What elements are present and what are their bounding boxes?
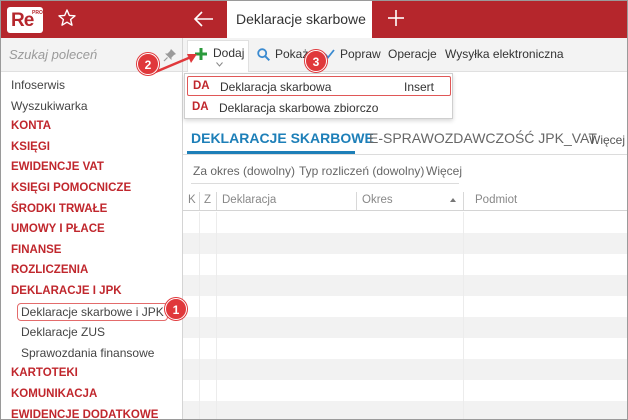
sidebar-item-label: Sprawozdania finansowe <box>21 345 155 360</box>
chevron-down-icon <box>216 62 223 67</box>
sidebar-item-wyszukiwarka[interactable]: Wyszukiwarka <box>1 96 182 117</box>
column-separator <box>356 192 357 210</box>
menu-item-label: Deklaracja skarbowa zbiorczo <box>219 101 379 115</box>
sidebar-item-label: EWIDENCJE VAT <box>11 161 104 174</box>
column-header-deklaracja[interactable]: Deklaracja <box>222 194 276 206</box>
tab-e-sprawozdawczosc[interactable]: E-SPRAWOZDAWCZOŚĆ JPK_VAT <box>369 130 597 146</box>
sidebar-nav: Infoserwis Wyszukiwarka KONTA KSIĘGI EWIDENC… <box>1 75 182 420</box>
sidebar-item-label: FINANSE <box>11 243 62 256</box>
sidebar-item-sprawozdania-finansowe[interactable]: Sprawozdania finansowe <box>1 343 182 364</box>
column-header-podmiot[interactable]: Podmiot <box>475 194 517 206</box>
tabs-more-button[interactable]: Więcej <box>589 133 625 147</box>
column-gridline <box>216 212 217 419</box>
sidebar-item-finanse[interactable]: FINANSE <box>1 240 182 261</box>
filter-type[interactable]: Typ rozliczeń (dowolny) <box>299 164 424 178</box>
table-row[interactable] <box>183 317 627 338</box>
column-header-okres[interactable]: Okres <box>362 194 393 206</box>
add-dropdown-menu: DA Deklaracja skarbowa Insert DA Deklara… <box>184 73 453 119</box>
tab-deklaracje-skarbowe[interactable]: Deklaracje skarbowe <box>227 1 372 39</box>
star-icon[interactable] <box>57 8 77 28</box>
sidebar-item-label: ROZLICZENIA <box>11 264 89 277</box>
menu-item-deklaracja-zbiorczo[interactable]: DA Deklaracja skarbowa zbiorczo <box>187 98 451 118</box>
logo-sub: PRO <box>32 10 43 16</box>
content-tabs: DEKLARACJE SKARBOWE E-SPRAWOZDAWCZOŚĆ JP… <box>183 126 627 156</box>
tab-label: Deklaracje skarbowe <box>236 11 366 27</box>
column-separator <box>199 192 200 210</box>
sidebar-item-label: UMOWY I PŁACE <box>11 223 105 236</box>
sidebar-item-deklaracje-zus[interactable]: Deklaracje ZUS <box>1 322 182 343</box>
table-row[interactable] <box>183 275 627 296</box>
sidebar-item-środki-trwałe[interactable]: ŚRODKI TRWAŁE <box>1 199 182 220</box>
top-bar: Re PRO Deklaracje skarbowe <box>1 1 627 39</box>
new-tab-plus-icon[interactable] <box>387 9 405 27</box>
sidebar-item-deklaracje-skarbowe-i-jpk[interactable]: Deklaracje skarbowe i JPK <box>1 302 182 323</box>
sidebar-item-rozliczenia[interactable]: ROZLICZENIA <box>1 260 182 281</box>
table-header: K Z Deklaracja Okres Podmiot <box>183 190 627 211</box>
sidebar-item-księgi-pomocnicze[interactable]: KSIĘGI POMOCNICZE <box>1 178 182 199</box>
menu-item-shortcut: Insert <box>404 80 435 94</box>
sidebar-item-label: KSIĘGI POMOCNICZE <box>11 181 132 194</box>
menu-item-code: DA <box>193 80 210 92</box>
column-header-z[interactable]: Z <box>204 194 211 206</box>
sidebar-item-label: KOMUNIKACJA <box>11 387 98 400</box>
menu-item-code: DA <box>192 101 209 113</box>
search-icon <box>257 48 270 61</box>
logo-text: Re <box>11 10 34 31</box>
sidebar-item-label: KARTOTEKI <box>11 367 78 380</box>
table-row[interactable] <box>183 401 627 419</box>
sidebar-item-label: Deklaracje skarbowe i JPK <box>17 302 168 321</box>
app-logo[interactable]: Re PRO <box>7 7 43 33</box>
filter-more[interactable]: Więcej <box>426 164 462 178</box>
sidebar-item-label: Wyszukiwarka <box>11 98 88 113</box>
tab-deklaracje-skarbowe-list[interactable]: DEKLARACJE SKARBOWE <box>191 130 374 146</box>
back-arrow-icon[interactable] <box>193 9 215 29</box>
sidebar-item-księgi[interactable]: KSIĘGI <box>1 137 182 158</box>
command-search-input[interactable] <box>9 47 149 62</box>
app-window: Re PRO Deklaracje skarbowe Infoserwis Wys… <box>0 0 628 420</box>
sidebar-item-ewidencje-dodatkowe[interactable]: EWIDENCJE DODATKOWE <box>1 405 182 420</box>
sidebar-item-label: ŚRODKI TRWAŁE <box>11 202 108 215</box>
sidebar-item-komunikacja[interactable]: KOMUNIKACJA <box>1 384 182 405</box>
filter-divider <box>191 183 459 184</box>
filter-period[interactable]: Za okres (dowolny) <box>193 164 295 178</box>
column-separator <box>216 192 217 210</box>
column-separator <box>463 192 464 210</box>
sidebar-item-label: DEKLARACJE I JPK <box>11 284 122 297</box>
column-header-k[interactable]: K <box>188 194 196 206</box>
declarations-table: K Z Deklaracja Okres Podmiot <box>183 190 627 419</box>
sidebar-item-konta[interactable]: KONTA <box>1 116 182 137</box>
column-gridline <box>463 212 464 419</box>
sidebar-item-label: EWIDENCJE DODATKOWE <box>11 408 159 420</box>
sidebar-item-label: Deklaracje ZUS <box>21 325 106 340</box>
e-send-button[interactable]: Wysyłka elektroniczna <box>445 47 564 61</box>
column-gridline <box>199 212 200 419</box>
sidebar-item-label: Infoserwis <box>11 78 66 92</box>
sidebar-item-umowy-i-płace[interactable]: UMOWY I PŁACE <box>1 219 182 240</box>
table-row[interactable] <box>183 233 627 254</box>
filter-bar: Za okres (dowolny) Typ rozliczeń (dowoln… <box>183 158 627 184</box>
callout-badge-3: 3 <box>305 50 327 72</box>
sort-ascending-icon[interactable] <box>450 198 456 202</box>
sidebar-item-kartoteki[interactable]: KARTOTEKI <box>1 363 182 384</box>
menu-item-label: Deklaracja skarbowa <box>220 80 332 94</box>
table-row[interactable] <box>183 359 627 380</box>
add-button-label: Dodaj <box>213 46 245 60</box>
sidebar-item-label: KSIĘGI <box>11 140 50 153</box>
sidebar-item-infoserwis[interactable]: Infoserwis <box>1 75 182 96</box>
toolbar: Dodaj Pokaż Popraw Operacje Wysyłka elek… <box>183 38 627 72</box>
sidebar-item-deklaracje-i-jpk[interactable]: DEKLARACJE I JPK <box>1 281 182 302</box>
sidebar-item-ewidencje-vat[interactable]: EWIDENCJE VAT <box>1 157 182 178</box>
sidebar: Infoserwis Wyszukiwarka KONTA KSIĘGI EWIDENC… <box>1 38 183 420</box>
sidebar-item-label: KONTA <box>11 120 52 133</box>
tabs-divider <box>183 154 627 155</box>
operations-button[interactable]: Operacje <box>388 47 437 61</box>
menu-item-deklaracja-skarbowa[interactable]: DA Deklaracja skarbowa Insert <box>187 76 451 96</box>
callout-badge-1: 1 <box>165 298 187 320</box>
edit-button[interactable]: Popraw <box>340 47 381 61</box>
callout-badge-2: 2 <box>137 53 159 75</box>
show-button[interactable]: Pokaż <box>275 47 308 61</box>
